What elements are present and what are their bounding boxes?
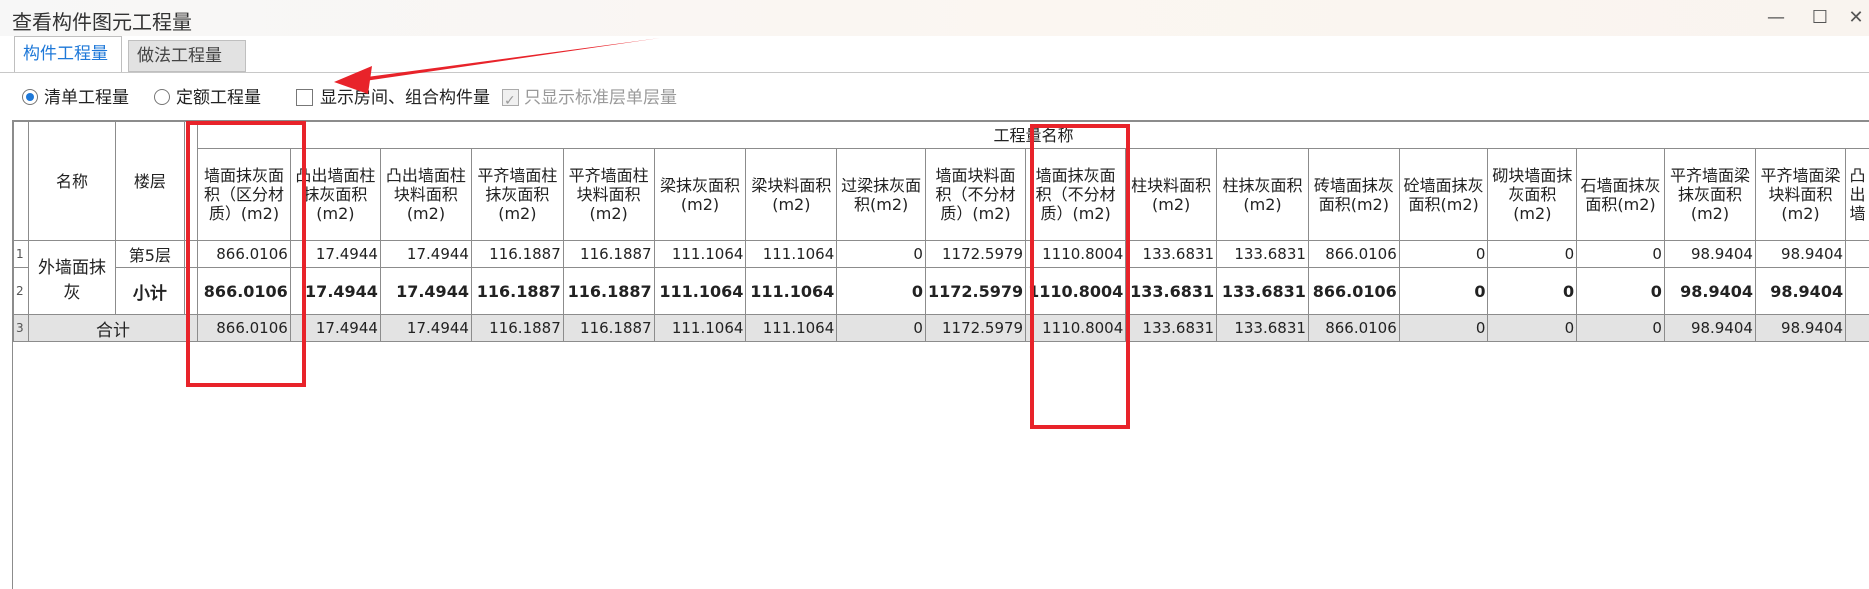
arrow-head <box>334 66 372 94</box>
annotation-arrow <box>334 38 660 94</box>
arrow-shaft <box>344 38 660 84</box>
